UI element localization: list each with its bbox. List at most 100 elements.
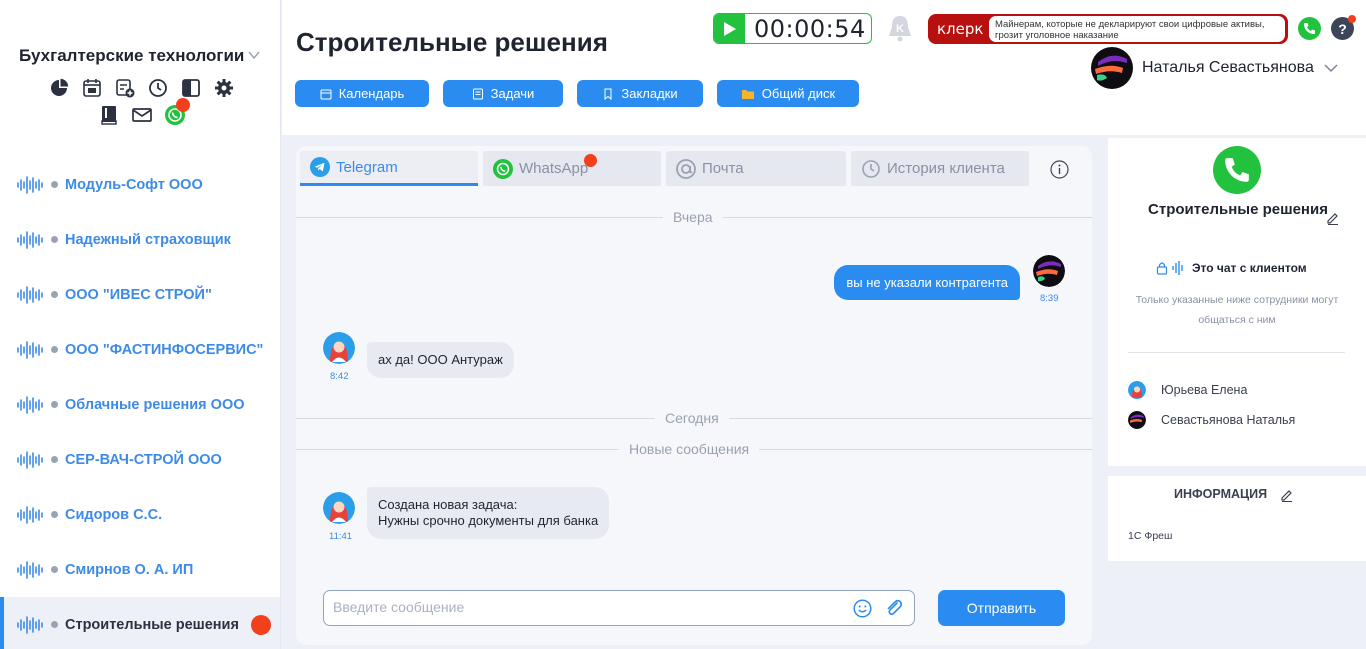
telegram-icon [310,157,330,177]
status-dot [51,511,58,518]
bookmarks-button[interactable]: Закладки [577,80,703,107]
member-item[interactable]: Юрьева Елена [1128,381,1247,399]
message-time: 8:42 [330,371,349,382]
phone-icon[interactable] [1298,17,1321,40]
mail-icon[interactable] [125,103,158,127]
message-input[interactable] [333,599,833,615]
member-item[interactable]: Севастьянова Наталья [1128,411,1295,429]
client-name: Облачные решения ООО [65,396,245,413]
day-label-yesterday: Вчера [663,209,723,225]
client-name: Сидоров С.С. [65,506,163,523]
news-logo: клерк [937,20,984,38]
whatsapp-icon [493,158,513,179]
phone-icon[interactable] [1213,146,1261,194]
bell-k-icon[interactable]: K [885,13,915,43]
access-note: Только указанные ниже сотрудники могут о… [1135,294,1339,326]
status-dot [51,401,58,408]
tab-telegram[interactable]: Telegram [300,151,478,186]
user-menu[interactable]: Наталья Севастьянова [1091,47,1338,89]
header: Строительные решения Календарь Задачи За… [282,0,1366,135]
divider [1128,352,1345,353]
info-value: 1С Фреш [1128,530,1173,542]
org-name[interactable]: Бухгалтерские технологии [19,46,244,66]
tab-whatsapp[interactable]: WhatsApp [483,151,661,186]
help-icon[interactable]: ? [1331,15,1356,40]
info-icon[interactable] [1050,160,1069,179]
news-text: Майнерам, которые не декларируют свои ци… [988,15,1286,43]
member-name: Севастьянова Наталья [1161,413,1296,427]
soundwave-icon [17,505,43,524]
info-title: ИНФОРМАЦИЯ [1174,487,1268,501]
incoming-message: ах да! ООО Антураж [367,342,514,378]
notification-dot [584,154,597,167]
send-button[interactable]: Отправить [938,590,1065,626]
client-item[interactable]: Модуль-Софт ООО [0,157,280,212]
member-name: Юрьева Елена [1161,383,1248,397]
timer-value: 00:00:54 [754,14,866,43]
clock-icon[interactable] [141,76,174,100]
status-dot [51,236,58,243]
client-item[interactable]: СЕР-ВАЧ-СТРОЙ ООО [0,432,280,487]
channel-tabs: Telegram WhatsApp Почта История клиента [300,151,1034,186]
client-item[interactable]: Сидоров С.С. [0,487,280,542]
avatar [323,492,355,524]
emoji-icon[interactable] [853,599,872,618]
incoming-message: Создана новая задача: Нужны срочно докум… [367,487,610,539]
client-name: Модуль-Софт ООО [65,176,203,193]
bookmarks-button-label: Закладки [621,86,678,101]
avatar [1033,255,1065,287]
edit-icon[interactable] [1280,488,1294,502]
gear-icon[interactable] [207,76,240,100]
tab-mail[interactable]: Почта [666,151,846,186]
avatar [323,332,355,364]
client-name: Надежный страховщик [65,231,231,248]
status-dot [51,181,58,188]
chevron-down-icon [1324,64,1338,73]
message-time: 11:41 [329,531,353,542]
whatsapp-icon[interactable] [158,98,191,127]
soundwave-icon [17,340,43,359]
call-timer: 00:00:54 [713,13,872,44]
shared-drive-button-label: Общий диск [761,86,836,101]
client-item[interactable]: Надежный страховщик [0,212,280,267]
soundwave-icon [17,615,43,634]
client-item[interactable]: Смирнов О. А. ИП [0,542,280,597]
tab-client-history[interactable]: История клиента [851,151,1029,186]
svg-text:K: K [896,23,904,35]
client-item[interactable]: ООО "ФАСТИНФОСЕРВИС" [0,322,280,377]
client-title: Строительные решения [1148,201,1328,218]
status-dot [51,346,58,353]
avatar [1128,411,1146,429]
edit-icon[interactable] [1326,211,1340,225]
message-line: Создана новая задача: [378,497,518,512]
paperclip-icon[interactable] [884,598,904,618]
soundwave-icon [17,395,43,414]
chevron-down-icon[interactable] [248,49,260,61]
day-label-today: Сегодня [655,410,729,426]
book-icon[interactable] [92,103,125,127]
play-icon[interactable] [714,14,745,43]
notification-dot [176,98,190,112]
shared-drive-button[interactable]: Общий диск [717,80,859,107]
tasks-button[interactable]: Задачи [443,80,563,107]
client-name: СЕР-ВАЧ-СТРОЙ ООО [65,451,222,468]
calendar-icon[interactable] [75,76,108,100]
soundwave-icon [17,285,43,304]
status-dot [51,456,58,463]
history-icon [861,159,881,179]
task-add-icon[interactable] [108,76,141,100]
toolbar-row-1 [42,76,240,100]
client-name: Строительные решения [65,616,239,633]
client-item[interactable]: Облачные решения ООО [0,377,280,432]
news-banner[interactable]: клерк Майнерам, которые не декларируют с… [928,14,1288,44]
client-item[interactable]: Строительные решения [0,597,280,649]
calendar-button[interactable]: Календарь [295,80,429,107]
layout-icon[interactable] [174,76,207,100]
tasks-button-label: Задачи [490,86,535,101]
soundwave-icon [17,230,43,249]
pie-chart-icon[interactable] [42,76,75,100]
calendar-icon [320,89,332,99]
client-item[interactable]: ООО "ИВЕС СТРОЙ" [0,267,280,322]
toolbar-row-2 [92,98,191,127]
tab-telegram-label: Telegram [336,158,398,176]
